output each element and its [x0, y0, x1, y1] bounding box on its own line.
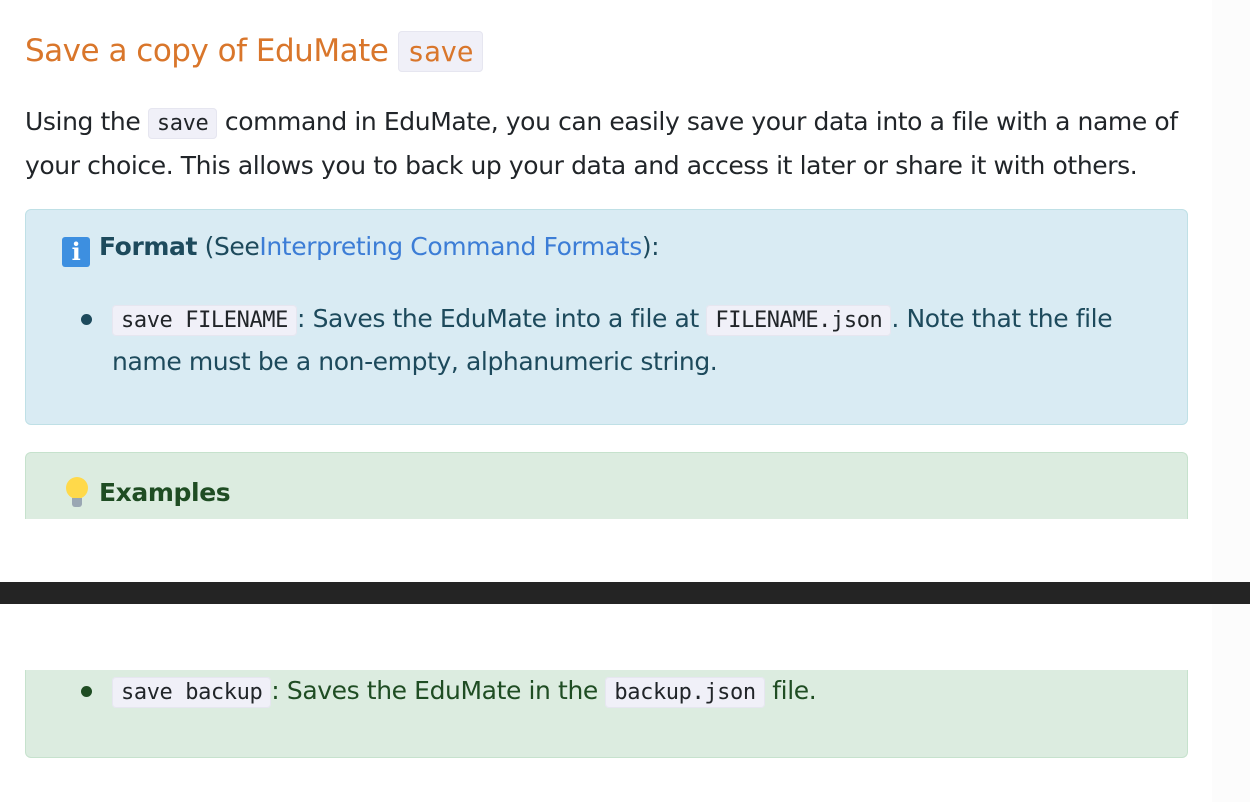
- interpreting-command-formats-link[interactable]: Interpreting Command Formats: [259, 232, 642, 261]
- info-icon: i: [62, 237, 90, 267]
- lightbulb-icon: [62, 477, 92, 509]
- format-text-a: : Saves the EduMate into a file at: [297, 304, 699, 333]
- format-code-file: FILENAME.json: [706, 305, 892, 336]
- right-margin-lower: [1212, 604, 1250, 802]
- example-text-b: file.: [772, 676, 817, 705]
- format-code: save FILENAME: [112, 305, 297, 336]
- format-callout: i Format (SeeInterpreting Command Formats…: [25, 209, 1188, 425]
- page-title-text: Save a copy of EduMate: [25, 33, 389, 69]
- format-heading: i Format (SeeInterpreting Command Formats…: [62, 232, 660, 267]
- format-list: save FILENAME: Saves the EduMate into a …: [26, 298, 1141, 382]
- intro-paragraph: Using the save command in EduMate, you c…: [25, 101, 1205, 187]
- example-code: save backup: [112, 677, 272, 708]
- examples-label: Examples: [99, 478, 231, 507]
- example-code-file: backup.json: [605, 677, 765, 708]
- intro-code: save: [147, 108, 218, 139]
- examples-heading: Examples: [62, 477, 231, 509]
- see-prefix: (See: [204, 232, 260, 261]
- examples-callout-continued: save backup: Saves the EduMate in the ba…: [25, 670, 1188, 758]
- examples-list: save backup: Saves the EduMate in the ba…: [26, 670, 1141, 713]
- divider-bar: [0, 582, 1250, 604]
- right-margin: [1212, 0, 1250, 582]
- list-item: save backup: Saves the EduMate in the ba…: [26, 670, 1141, 713]
- page-title: Save a copy of EduMate save: [25, 28, 484, 75]
- intro-text-before: Using the: [25, 107, 141, 136]
- see-suffix: ):: [641, 232, 660, 261]
- list-item: save FILENAME: Saves the EduMate into a …: [26, 298, 1141, 382]
- title-code: save: [397, 31, 484, 72]
- format-label: Format: [99, 232, 198, 261]
- example-text-a: : Saves the EduMate in the: [271, 676, 598, 705]
- examples-callout: Examples: [25, 452, 1188, 519]
